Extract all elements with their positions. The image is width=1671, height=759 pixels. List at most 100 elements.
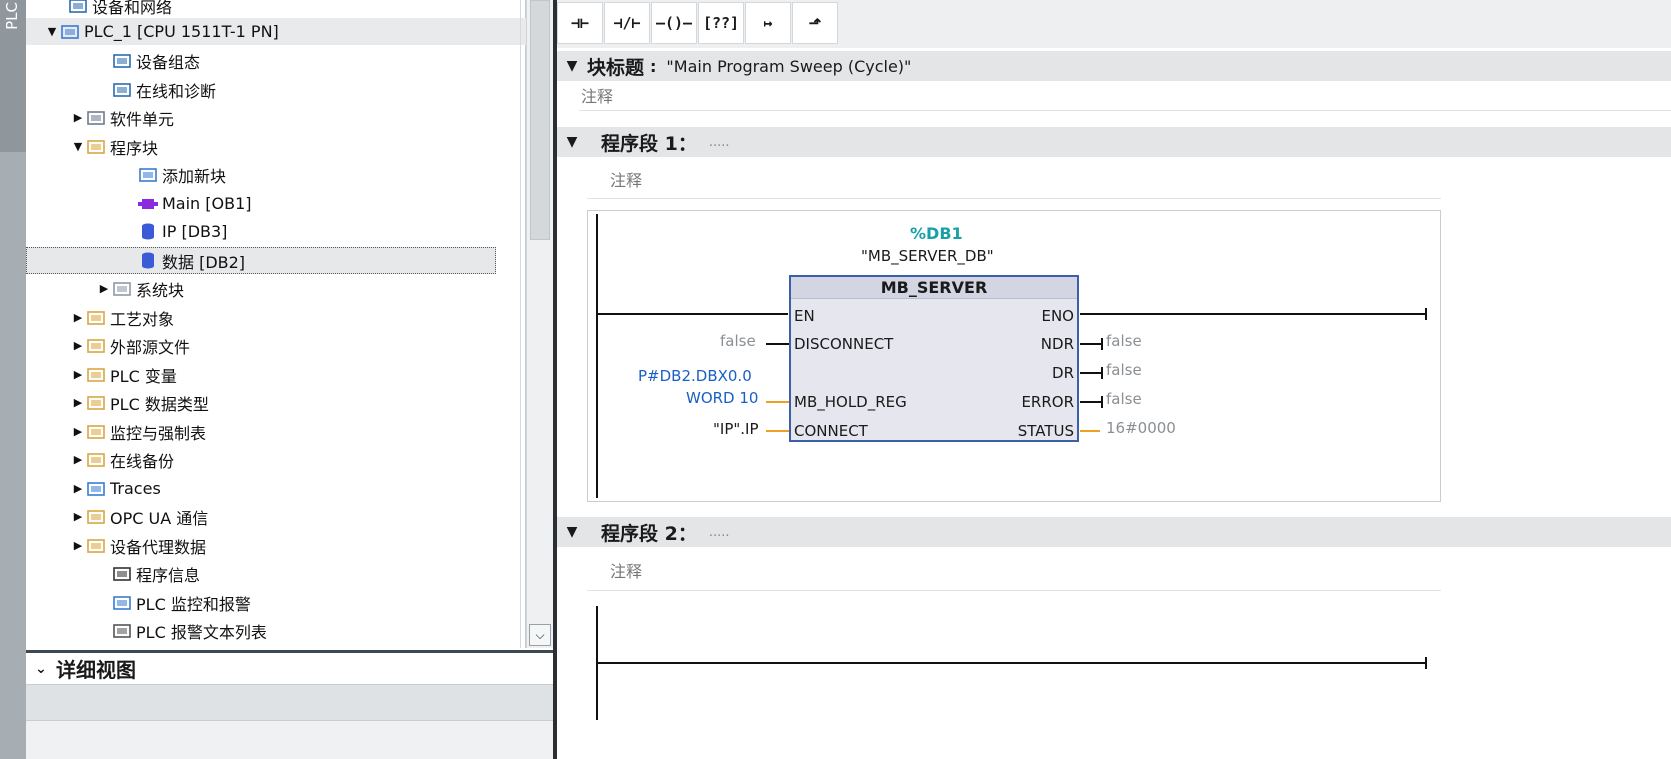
pin-en: EN	[794, 307, 815, 325]
tree-item[interactable]: ▶ PLC 变量	[26, 361, 526, 388]
tree-item-label: 添加新块	[162, 166, 227, 186]
tree-item[interactable]: ▶ 在线备份	[26, 446, 526, 473]
network-2-header[interactable]: ▼ 程序段 2： .....	[557, 517, 1671, 547]
instance-db-number[interactable]: %DB1	[910, 224, 963, 243]
tree-item-label: 监控与强制表	[110, 423, 207, 443]
scroll-down-icon[interactable]: ⌵	[529, 624, 551, 646]
chevron-down-icon[interactable]: ⌄	[26, 661, 56, 677]
plc-tab-label: PLC	[3, 2, 21, 30]
collapse-triangle-icon[interactable]: ▼	[557, 524, 587, 540]
collapsed-triangle-icon[interactable]: ▶	[70, 509, 86, 525]
tree-item[interactable]: ▶ Traces	[26, 475, 526, 502]
online-backup-icon	[86, 451, 106, 469]
tree-item[interactable]: 设备组态	[26, 47, 526, 74]
tree-item[interactable]: PLC 报警文本列表	[26, 617, 526, 644]
no-contact-icon[interactable]: ⊣⊢	[557, 2, 603, 44]
close-branch-icon[interactable]: ⬏	[792, 2, 838, 44]
collapse-triangle-icon[interactable]: ▼	[557, 58, 587, 74]
collapsed-triangle-icon[interactable]: ▶	[70, 367, 86, 383]
network-1-title-placeholder[interactable]: .....	[709, 135, 730, 150]
no-twisty	[96, 53, 112, 69]
hold-reg-wire	[766, 401, 789, 403]
network-2-comment[interactable]: 注释	[610, 558, 642, 582]
tree-item[interactable]: Main [OB1]	[26, 190, 526, 217]
eno-wire-end	[1425, 308, 1427, 320]
tree-item-label: PLC 报警文本列表	[136, 622, 267, 642]
block-title-value[interactable]: "Main Program Sweep (Cycle)"	[666, 57, 911, 76]
no-twisty	[122, 196, 138, 212]
tree-item[interactable]: 数据 [DB2]	[26, 247, 496, 274]
tree-item[interactable]: ▶ 软件单元	[26, 104, 526, 131]
tree-item[interactable]: ▶ 工艺对象	[26, 304, 526, 331]
tree-item[interactable]: 在线和诊断	[26, 76, 526, 103]
error-value[interactable]: false	[1106, 390, 1142, 408]
block-comment[interactable]: 注释	[581, 83, 613, 107]
tree-item[interactable]: ▼ PLC_1 [CPU 1511T-1 PN]	[26, 18, 526, 45]
disconnect-value[interactable]: false	[720, 332, 756, 350]
collapsed-triangle-icon[interactable]: ▶	[70, 452, 86, 468]
instance-db-name[interactable]: "MB_SERVER_DB"	[861, 247, 994, 265]
technology-objects-icon	[86, 309, 106, 327]
status-wire	[1080, 430, 1100, 432]
tree-item-label: PLC 监控和报警	[136, 594, 251, 614]
collapsed-triangle-icon[interactable]: ▶	[70, 424, 86, 440]
ndr-value[interactable]: false	[1106, 332, 1142, 350]
cpu-icon	[60, 23, 80, 41]
tree-item[interactable]: PLC 监控和报警	[26, 589, 526, 616]
tree-item[interactable]: ▶ 系统块	[26, 275, 526, 302]
coil-icon[interactable]: –()–	[651, 2, 697, 44]
tree-item[interactable]: ▼ 程序块	[26, 133, 526, 160]
collapsed-triangle-icon[interactable]: ▶	[70, 538, 86, 554]
block-name: MB_SERVER	[791, 277, 1077, 299]
collapsed-triangle-icon[interactable]: ▶	[70, 338, 86, 354]
dr-value[interactable]: false	[1106, 361, 1142, 379]
expanded-triangle-icon[interactable]: ▼	[44, 24, 60, 40]
plc-programming-tab[interactable]: PLC	[0, 0, 26, 152]
collapsed-triangle-icon[interactable]: ▶	[70, 310, 86, 326]
mb-server-block[interactable]: MB_SERVER EN DISCONNECT MB_HOLD_REG CONN…	[789, 275, 1079, 442]
tree-item[interactable]: 程序信息	[26, 560, 526, 587]
network-1-header[interactable]: ▼ 程序段 1： .....	[557, 127, 1671, 157]
tree-column-divider	[520, 0, 521, 648]
tree-item[interactable]: ▶ 外部源文件	[26, 332, 526, 359]
tree-item[interactable]: IP [DB3]	[26, 218, 526, 245]
detail-view-header[interactable]: ⌄ 详细视图	[26, 650, 553, 684]
connect-value[interactable]: "IP".IP	[713, 420, 759, 438]
hold-reg-value-pointer[interactable]: P#DB2.DBX0.0	[638, 367, 752, 385]
expanded-triangle-icon[interactable]: ▼	[70, 139, 86, 155]
collapsed-triangle-icon[interactable]: ▶	[70, 110, 86, 126]
collapsed-triangle-icon[interactable]: ▶	[96, 281, 112, 297]
device-config-icon	[112, 52, 132, 70]
collapse-triangle-icon[interactable]: ▼	[557, 134, 587, 150]
device-proxy-icon	[86, 537, 106, 555]
db-icon	[138, 252, 158, 270]
block-title-header[interactable]: ▼ 块标题 : "Main Program Sweep (Cycle)"	[557, 51, 1671, 81]
tree-item[interactable]: ▶ PLC 数据类型	[26, 389, 526, 416]
empty-box-icon[interactable]: [??]	[698, 2, 744, 44]
network-1-comment[interactable]: 注释	[610, 167, 642, 191]
tree-item-label: IP [DB3]	[162, 222, 228, 241]
network-2-title-placeholder[interactable]: .....	[709, 525, 730, 540]
status-value[interactable]: 16#0000	[1106, 419, 1176, 437]
collapsed-triangle-icon[interactable]: ▶	[70, 481, 86, 497]
tree-item-label: PLC 数据类型	[110, 394, 209, 414]
tree-item[interactable]: 添加新块	[26, 161, 526, 188]
collapsed-triangle-icon[interactable]: ▶	[70, 395, 86, 411]
nc-contact-icon[interactable]: ⊣/⊢	[604, 2, 650, 44]
tree-scrollbar[interactable]: ⌵	[526, 0, 553, 648]
pin-status: STATUS	[1017, 422, 1074, 440]
pin-ndr: NDR	[1040, 335, 1074, 353]
tree-item[interactable]: ▶ OPC UA 通信	[26, 503, 526, 530]
tree-item[interactable]: 设备和网络	[26, 0, 526, 19]
lad-toolbar: ⊣⊢ ⊣/⊢ –()– [??] ↦ ⬏	[557, 0, 1671, 48]
tree-item[interactable]: ▶ 监控与强制表	[26, 418, 526, 445]
watch-tables-icon	[86, 423, 106, 441]
tree-item-label: PLC_1 [CPU 1511T-1 PN]	[84, 22, 279, 41]
tree-item[interactable]: ▶ 设备代理数据	[26, 532, 526, 559]
open-branch-icon[interactable]: ↦	[745, 2, 791, 44]
block-title-colon: :	[650, 56, 657, 76]
scrollbar-thumb[interactable]	[530, 0, 550, 240]
hold-reg-value-length[interactable]: WORD 10	[686, 389, 758, 407]
no-twisty	[96, 623, 112, 639]
network-2-comment-divider	[587, 590, 1441, 591]
